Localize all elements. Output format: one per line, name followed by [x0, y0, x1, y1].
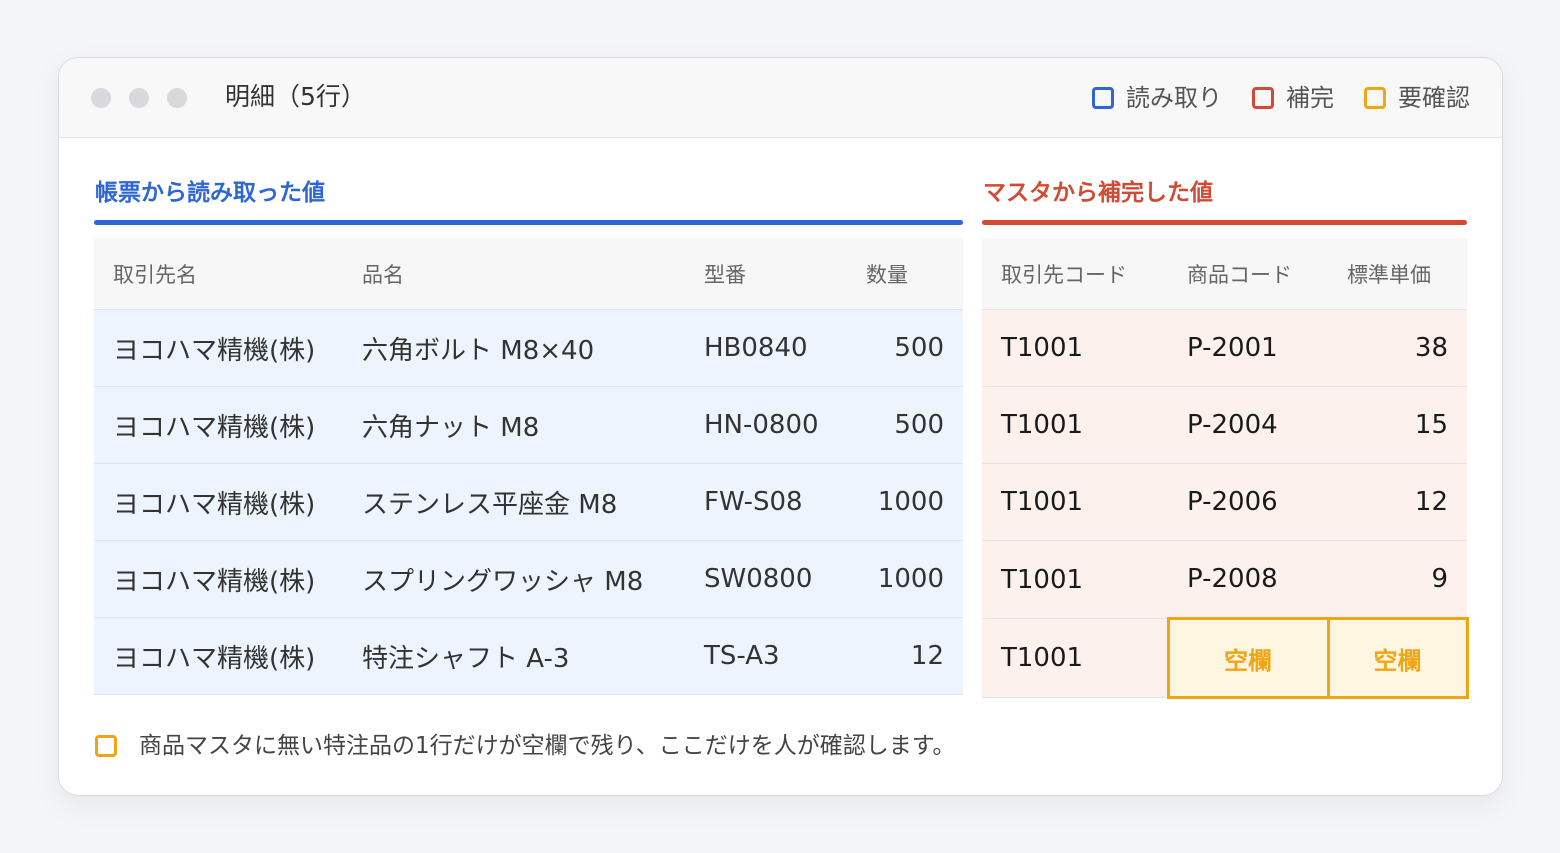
product-name-cell: 六角ナット M8: [343, 386, 685, 464]
complement-swatch-icon: [1252, 87, 1274, 109]
product-name-cell: ステンレス平座金 M8: [343, 463, 685, 541]
master-values-rule: [982, 220, 1467, 225]
table-header-row: 取引先名 品名 型番 数量: [94, 238, 963, 310]
column-header-customer-name[interactable]: 取引先名: [94, 238, 343, 310]
column-header-product-name[interactable]: 品名: [343, 238, 685, 310]
product-name-cell: スプリングワッシャ M8: [343, 540, 685, 618]
legend-label-read: 読み取り: [1126, 84, 1222, 112]
table-row[interactable]: T1001 P-2004 15: [982, 386, 1467, 464]
read-values-table: 取引先名 品名 型番 数量 ヨコハマ精機(株) 六角ボルト M8×40 HB08…: [94, 238, 963, 695]
review-swatch-icon: [95, 735, 117, 757]
window-minimize-dot[interactable]: [129, 88, 149, 108]
table-row[interactable]: ヨコハマ精機(株) スプリングワッシャ M8 SW0800 1000: [94, 540, 963, 618]
customer-code-cell: T1001: [982, 618, 1168, 698]
column-header-product-code[interactable]: 商品コード: [1168, 238, 1328, 310]
model-number-cell: HB0840: [685, 309, 847, 387]
master-values-heading: マスタから補完した値: [983, 180, 1213, 206]
model-number-cell: HN-0800: [685, 386, 847, 464]
title-bar: 明細（5行） 読み取り 補完 要確認: [59, 58, 1502, 138]
quantity-cell: 12: [847, 617, 963, 695]
read-values-rule: [94, 220, 963, 225]
product-code-cell: P-2004: [1168, 386, 1328, 464]
standard-price-cell: 12: [1328, 463, 1467, 541]
table-row[interactable]: T1001 空欄 空欄: [982, 617, 1469, 699]
legend-label-complement: 補完: [1286, 84, 1334, 112]
table-row[interactable]: ヨコハマ精機(株) 六角ナット M8 HN-0800 500: [94, 386, 963, 464]
table-row[interactable]: T1001 P-2006 12: [982, 463, 1467, 541]
column-header-quantity[interactable]: 数量: [847, 238, 963, 310]
product-name-cell: 特注シャフト A-3: [343, 617, 685, 695]
detail-window: 明細（5行） 読み取り 補完 要確認 帳票から読み取った値 マスタから補完した値…: [58, 57, 1503, 796]
table-row[interactable]: T1001 P-2008 9: [982, 540, 1467, 619]
standard-price-cell: 15: [1328, 386, 1467, 464]
legend-item-read: 読み取り: [1092, 82, 1222, 114]
model-number-cell: SW0800: [685, 540, 847, 618]
legend-item-review: 要確認: [1364, 82, 1470, 114]
window-close-dot[interactable]: [91, 88, 111, 108]
product-code-cell: P-2001: [1168, 309, 1328, 387]
legend: 読み取り 補完 要確認: [1062, 82, 1470, 114]
master-values-table: 取引先コード 商品コード 標準単価 T1001 P-2001 38 T1001 …: [982, 238, 1469, 699]
product-code-cell: P-2008: [1168, 540, 1328, 619]
product-code-cell: P-2006: [1168, 463, 1328, 541]
window-zoom-dot[interactable]: [167, 88, 187, 108]
customer-code-cell: T1001: [982, 309, 1168, 387]
blank-standard-price-cell[interactable]: 空欄: [1326, 617, 1469, 699]
table-row[interactable]: ヨコハマ精機(株) 六角ボルト M8×40 HB0840 500: [94, 309, 963, 387]
model-number-cell: FW-S08: [685, 463, 847, 541]
quantity-cell: 1000: [847, 463, 963, 541]
product-name-cell: 六角ボルト M8×40: [343, 309, 685, 387]
footer-note-text: 商品マスタに無い特注品の1行だけが空欄で残り、ここだけを人が確認します。: [139, 733, 956, 759]
table-row[interactable]: ヨコハマ精機(株) ステンレス平座金 M8 FW-S08 1000: [94, 463, 963, 541]
column-header-customer-code[interactable]: 取引先コード: [982, 238, 1168, 310]
legend-item-complement: 補完: [1252, 82, 1334, 114]
column-header-model-number[interactable]: 型番: [685, 238, 847, 310]
customer-name-cell: ヨコハマ精機(株): [94, 617, 343, 695]
customer-code-cell: T1001: [982, 463, 1168, 541]
blank-product-code-cell[interactable]: 空欄: [1166, 617, 1330, 699]
customer-name-cell: ヨコハマ精機(株): [94, 463, 343, 541]
table-header-row: 取引先コード 商品コード 標準単価: [982, 238, 1467, 310]
read-values-heading: 帳票から読み取った値: [95, 180, 325, 206]
window-title: 明細（5行）: [225, 82, 366, 111]
customer-code-cell: T1001: [982, 386, 1168, 464]
customer-name-cell: ヨコハマ精機(株): [94, 386, 343, 464]
legend-label-review: 要確認: [1398, 84, 1470, 112]
customer-name-cell: ヨコハマ精機(株): [94, 540, 343, 618]
table-row[interactable]: T1001 P-2001 38: [982, 309, 1467, 387]
quantity-cell: 1000: [847, 540, 963, 618]
read-swatch-icon: [1092, 87, 1114, 109]
table-row[interactable]: ヨコハマ精機(株) 特注シャフト A-3 TS-A3 12: [94, 617, 963, 695]
customer-code-cell: T1001: [982, 540, 1168, 619]
standard-price-cell: 9: [1328, 540, 1467, 619]
model-number-cell: TS-A3: [685, 617, 847, 695]
review-swatch-icon: [1364, 87, 1386, 109]
customer-name-cell: ヨコハマ精機(株): [94, 309, 343, 387]
quantity-cell: 500: [847, 386, 963, 464]
footer-note: 商品マスタに無い特注品の1行だけが空欄で残り、ここだけを人が確認します。: [95, 730, 955, 762]
column-header-standard-price[interactable]: 標準単価: [1328, 238, 1467, 310]
quantity-cell: 500: [847, 309, 963, 387]
standard-price-cell: 38: [1328, 309, 1467, 387]
